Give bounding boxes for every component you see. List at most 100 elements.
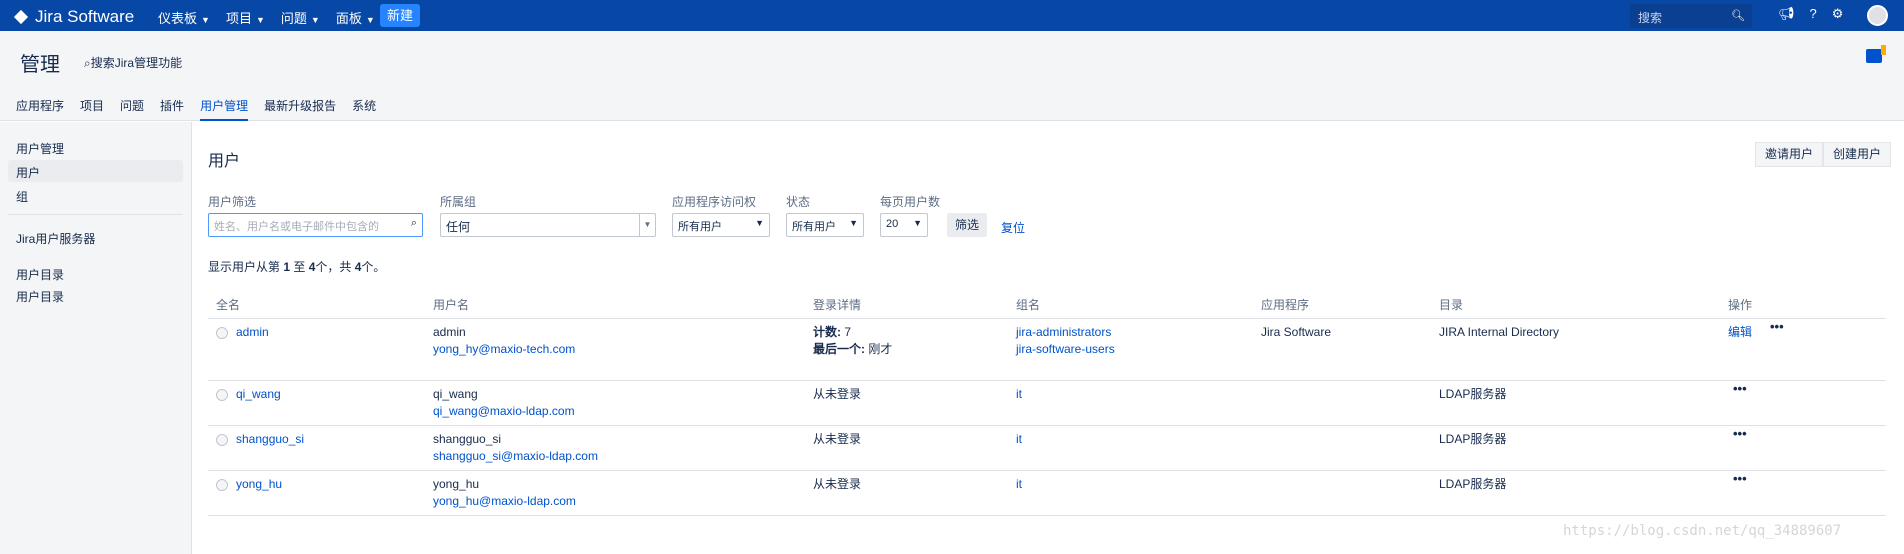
sidebar-item-groups[interactable]: 组 <box>8 184 183 206</box>
per-page-label: 每页用户数 <box>880 195 941 209</box>
edit-user-link[interactable]: 编辑 <box>1728 324 1752 341</box>
sidebar-item-user-directories[interactable]: 用户目录 <box>8 284 183 306</box>
per-page-select[interactable]: 20 ▼ <box>880 213 928 237</box>
dropdown-arrow-icon: ▼ <box>913 218 922 228</box>
row-fullname-link[interactable]: qi_wang <box>236 386 281 403</box>
row-username: admin <box>433 325 466 339</box>
status-label: 状态 <box>786 195 811 209</box>
sidebar-heading-user-directories: 用户目录 <box>16 268 65 282</box>
menu-issues[interactable]: 问题 ▼ <box>281 8 320 27</box>
row-username: qi_wang <box>433 387 478 401</box>
user-filter-placeholder: 姓名、用户名或电子邮件中包含的 <box>214 221 379 233</box>
reset-link[interactable]: 复位 <box>1001 219 1025 236</box>
chevron-down-icon: ▼ <box>310 15 320 25</box>
chevron-down-icon: ▼ <box>201 15 210 25</box>
tab-projects[interactable]: 项目 <box>80 97 104 121</box>
row-login-status: 从未登录 <box>813 432 862 446</box>
user-avatar-icon <box>216 327 228 339</box>
row-directory: JIRA Internal Directory <box>1439 325 1560 339</box>
notifications-icon[interactable]: 📢︎ <box>1778 6 1795 22</box>
sidebar-item-jira-user-server[interactable]: Jira用户服务器 <box>8 226 183 248</box>
row-group-link[interactable]: jira-administrators <box>1016 324 1111 341</box>
logo-text: Jira Software <box>35 7 135 26</box>
row-fullname-link[interactable]: shangguo_si <box>236 431 304 448</box>
row-email-link[interactable]: yong_hy@maxio-tech.com <box>433 341 575 358</box>
chevron-down-icon: ▼ <box>365 15 375 25</box>
column-header-fullname: 全名 <box>216 298 241 312</box>
tab-system[interactable]: 系统 <box>352 97 376 121</box>
search-icon: ⌕ <box>410 217 417 229</box>
dropdown-arrow-icon: ▼ <box>755 218 764 228</box>
status-value: 所有用户 <box>792 221 836 233</box>
help-icon[interactable]: ? <box>1810 6 1817 22</box>
row-group-link[interactable]: jira-software-users <box>1016 341 1115 358</box>
group-filter-value: 任何 <box>446 220 471 234</box>
more-actions-icon[interactable]: ••• <box>1733 381 1747 396</box>
row-email-link[interactable]: qi_wang@maxio-ldap.com <box>433 403 575 420</box>
jira-logo[interactable]: Jira Software <box>13 7 135 27</box>
table-row-divider <box>208 380 1886 381</box>
row-username: yong_hu <box>433 477 480 491</box>
search-icon: ⌕ <box>84 56 91 70</box>
menu-boards[interactable]: 面板 ▼ <box>336 8 375 27</box>
global-search-input[interactable]: 搜索 🔍︎ <box>1630 4 1752 28</box>
chevron-down-icon: ▼ <box>255 15 265 25</box>
row-username: shangguo_si <box>433 432 502 446</box>
row-fullname-link[interactable]: admin <box>236 324 269 341</box>
jira-logo-icon <box>13 9 29 25</box>
page-title: 管理 <box>20 54 60 76</box>
user-avatar-icon <box>216 434 228 446</box>
more-actions-icon[interactable]: ••• <box>1770 319 1784 334</box>
group-filter-select[interactable]: 任何 ▼ <box>440 213 656 237</box>
search-icon: 🔍︎ <box>1731 10 1745 22</box>
row-directory: LDAP服务器 <box>1439 387 1507 401</box>
column-header-actions: 操作 <box>1728 298 1753 312</box>
tab-upgrade-report[interactable]: 最新升级报告 <box>264 97 336 121</box>
app-access-select[interactable]: 所有用户 ▼ <box>672 213 770 237</box>
section-title: 用户 <box>208 153 241 170</box>
filter-button[interactable]: 筛选 <box>947 213 988 237</box>
column-header-directory: 目录 <box>1439 298 1464 312</box>
sidebar: 用户管理 用户 组 Jira用户服务器 用户目录 用户目录 <box>0 122 192 554</box>
app-access-value: 所有用户 <box>678 221 722 233</box>
gear-icon[interactable]: ⚙ <box>1832 6 1844 22</box>
user-avatar-icon <box>216 389 228 401</box>
row-group-link[interactable]: it <box>1016 476 1022 493</box>
user-avatar[interactable] <box>1867 5 1888 26</box>
tab-addons[interactable]: 插件 <box>160 97 184 121</box>
tab-issues[interactable]: 问题 <box>120 97 144 121</box>
create-button[interactable]: 新建 <box>380 4 421 27</box>
table-row-divider <box>208 470 1886 471</box>
row-group-link[interactable]: it <box>1016 386 1022 403</box>
table-row-divider <box>208 425 1886 426</box>
sidebar-heading-user-management: 用户管理 <box>16 142 65 156</box>
row-email-link[interactable]: yong_hu@maxio-ldap.com <box>433 493 576 510</box>
row-directory: LDAP服务器 <box>1439 432 1507 446</box>
tab-applications[interactable]: 应用程序 <box>16 97 64 121</box>
row-login-status: 从未登录 <box>813 477 862 491</box>
sidebar-divider <box>8 214 183 215</box>
main-menu: 仪表板 ▼ 项目 ▼ 问题 ▼ 面板 ▼ <box>158 8 375 27</box>
row-email-link[interactable]: shangguo_si@maxio-ldap.com <box>433 448 598 465</box>
create-user-button[interactable]: 创建用户 <box>1823 142 1892 167</box>
more-actions-icon[interactable]: ••• <box>1733 471 1747 486</box>
header-actions: 邀请用户 创建用户 <box>1755 142 1892 167</box>
more-actions-icon[interactable]: ••• <box>1733 426 1747 441</box>
tab-user-management[interactable]: 用户管理 <box>200 97 249 121</box>
status-select[interactable]: 所有用户 ▼ <box>786 213 864 237</box>
watermark: https://blog.csdn.net/qq_34889607 <box>1563 523 1842 539</box>
menu-dashboards[interactable]: 仪表板 ▼ <box>158 8 210 27</box>
top-navigation-bar: Jira Software 仪表板 ▼ 项目 ▼ 问题 ▼ 面板 ▼ 新建 搜索 🔍︎ … <box>0 0 1904 31</box>
sidebar-item-users[interactable]: 用户 <box>8 160 183 182</box>
row-fullname-link[interactable]: yong_hu <box>236 476 282 493</box>
row-group-link[interactable]: it <box>1016 431 1022 448</box>
app-access-label: 应用程序访问权 <box>672 195 757 209</box>
feedback-icon[interactable] <box>1866 45 1886 63</box>
header-icons: 📢︎ ? ⚙ <box>1778 6 1843 22</box>
user-avatar-icon <box>216 479 228 491</box>
menu-projects[interactable]: 项目 ▼ <box>226 8 265 27</box>
admin-search-link[interactable]: ⌕搜索Jira管理功能 <box>84 54 182 71</box>
user-filter-input[interactable]: 姓名、用户名或电子邮件中包含的 ⌕ <box>208 213 423 237</box>
row-login-status: 从未登录 <box>813 387 862 401</box>
invite-users-button[interactable]: 邀请用户 <box>1755 142 1824 167</box>
